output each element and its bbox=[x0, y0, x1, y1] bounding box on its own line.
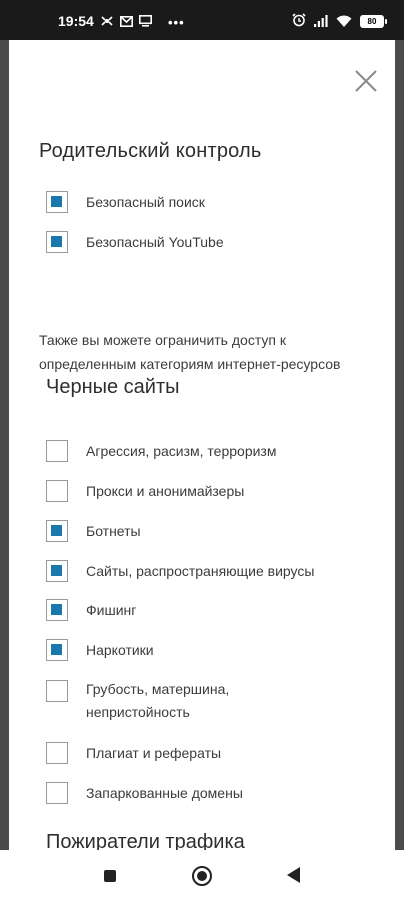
status-right-icons: 80 bbox=[292, 13, 387, 30]
category-label: Агрессия, расизм, терроризм bbox=[86, 443, 277, 459]
broadcast-icon bbox=[100, 14, 114, 30]
category-item[interactable]: Запаркованные домены bbox=[46, 780, 243, 806]
section-title-black-sites: Черные сайты bbox=[46, 376, 180, 398]
category-item[interactable]: Прокси и анонимайзеры bbox=[46, 478, 244, 504]
category-label: Наркотики bbox=[86, 642, 154, 658]
checkbox[interactable] bbox=[46, 520, 68, 542]
monitor-icon bbox=[139, 14, 152, 30]
category-label: Запаркованные домены bbox=[86, 785, 243, 801]
checkbox[interactable] bbox=[46, 680, 68, 702]
category-item[interactable]: Ботнеты bbox=[46, 518, 141, 544]
section-title-traffic-eaters: Пожиратели трафика bbox=[46, 831, 245, 850]
close-icon bbox=[355, 70, 377, 92]
gmail-icon bbox=[120, 14, 133, 30]
checkbox[interactable] bbox=[46, 480, 68, 502]
parental-control-dialog: Родительский контроль Безопасный поиск Б… bbox=[9, 40, 395, 850]
recent-apps-icon[interactable] bbox=[104, 870, 116, 882]
checkbox[interactable] bbox=[46, 599, 68, 621]
more-dots-icon: ••• bbox=[168, 14, 185, 30]
background-app-right bbox=[395, 40, 404, 850]
category-label: Ботнеты bbox=[86, 523, 141, 539]
checkbox[interactable] bbox=[46, 191, 68, 213]
category-label: Прокси и анонимайзеры bbox=[86, 483, 245, 499]
checkbox[interactable] bbox=[46, 782, 68, 804]
category-item[interactable]: Наркотики bbox=[46, 637, 154, 663]
option-label: Безопасный YouTube bbox=[86, 234, 224, 250]
wifi-icon bbox=[336, 14, 352, 30]
background-app-left bbox=[0, 40, 9, 850]
category-label: Фишинг bbox=[86, 602, 137, 618]
category-item[interactable]: Агрессия, расизм, терроризм bbox=[46, 438, 276, 464]
signal-icon bbox=[314, 14, 328, 30]
safe-search-option[interactable]: Безопасный поиск bbox=[46, 189, 205, 215]
safe-youtube-option[interactable]: Безопасный YouTube bbox=[46, 229, 224, 255]
alarm-icon bbox=[292, 13, 306, 30]
status-bar: 19:54 ••• 80 bbox=[0, 0, 404, 40]
status-time: 19:54 bbox=[58, 13, 94, 29]
status-left-icons: ••• bbox=[100, 14, 185, 30]
info-text: Также вы можете ограничить доступ к опре… bbox=[39, 332, 341, 372]
navigation-bar bbox=[0, 850, 404, 900]
category-item[interactable]: Плагиат и рефераты bbox=[46, 740, 221, 766]
checkbox[interactable] bbox=[46, 742, 68, 764]
checkbox[interactable] bbox=[46, 231, 68, 253]
category-item[interactable]: Грубость, матершина, непристойность bbox=[46, 678, 276, 726]
category-item[interactable]: Сайты, распространяющие вирусы bbox=[46, 558, 314, 584]
checkbox[interactable] bbox=[46, 440, 68, 462]
checkbox[interactable] bbox=[46, 560, 68, 582]
category-label: Грубость, матершина, непристойность bbox=[86, 681, 230, 720]
category-item[interactable]: Фишинг bbox=[46, 597, 136, 623]
category-label: Плагиат и рефераты bbox=[86, 745, 222, 761]
close-button[interactable] bbox=[354, 69, 378, 93]
dialog-title: Родительский контроль bbox=[39, 140, 262, 162]
home-icon[interactable] bbox=[192, 866, 212, 886]
category-label: Сайты, распространяющие вирусы bbox=[86, 563, 315, 579]
back-icon[interactable] bbox=[287, 867, 300, 883]
checkbox[interactable] bbox=[46, 639, 68, 661]
option-label: Безопасный поиск bbox=[86, 194, 205, 210]
battery-icon: 80 bbox=[360, 15, 387, 28]
